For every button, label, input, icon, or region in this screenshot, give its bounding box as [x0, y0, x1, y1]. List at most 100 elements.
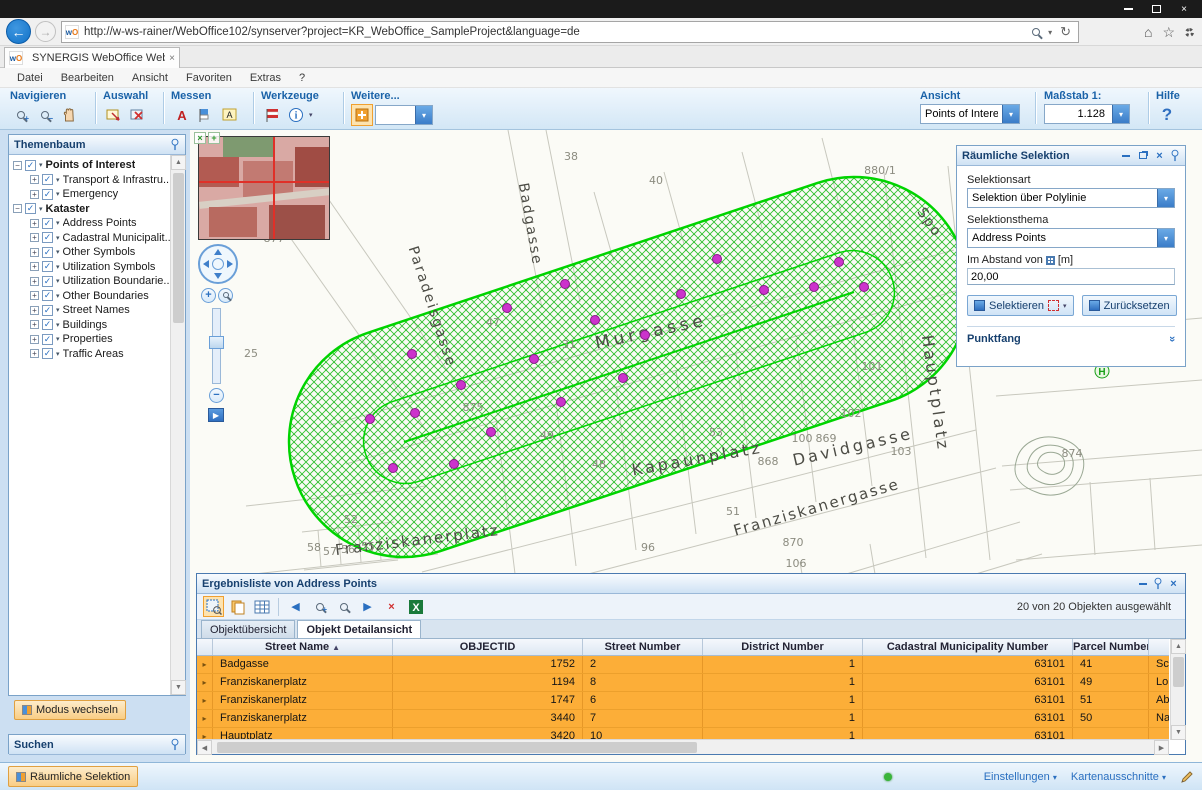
- result-row[interactable]: ▸Franziskanerplatz3440716310150Na: [197, 710, 1169, 728]
- expand-icon[interactable]: +: [30, 190, 39, 199]
- expand-icon[interactable]: +: [30, 349, 39, 358]
- tree-item[interactable]: +✓▾Street Names: [9, 303, 170, 318]
- layer-checkbox[interactable]: ✓: [42, 261, 53, 272]
- tab-objekt-detailansicht[interactable]: Objekt Detailansicht: [297, 620, 421, 638]
- pin-icon[interactable]: [170, 738, 180, 751]
- pan-compass[interactable]: [198, 244, 238, 284]
- pan-south-icon[interactable]: [214, 273, 222, 279]
- selektieren-caret-icon[interactable]: ▾: [1063, 302, 1067, 310]
- layer-context-caret-icon[interactable]: ▾: [56, 219, 60, 227]
- select-by-rectangle-button[interactable]: [103, 104, 125, 126]
- window-minimize-button[interactable]: [1114, 0, 1142, 18]
- distance-calc-icon[interactable]: [1046, 256, 1055, 265]
- layer-checkbox[interactable]: ✓: [42, 247, 53, 258]
- layer-context-caret-icon[interactable]: ▾: [56, 350, 60, 358]
- results-header[interactable]: Ergebnisliste von Address Points ×: [197, 574, 1185, 594]
- overview-move-icon[interactable]: +: [208, 132, 220, 144]
- layer-checkbox[interactable]: ✓: [42, 174, 53, 185]
- layer-context-caret-icon[interactable]: ▾: [56, 234, 60, 242]
- pan-west-icon[interactable]: [203, 260, 209, 268]
- url-text[interactable]: http://w-ws-rainer/WebOffice102/synserve…: [84, 26, 1028, 38]
- layer-checkbox[interactable]: ✓: [42, 232, 53, 243]
- zoom-slider-thumb[interactable]: [209, 336, 224, 349]
- suchen-header[interactable]: Suchen: [9, 735, 185, 755]
- selektionsart-caret-icon[interactable]: ▾: [1157, 189, 1174, 207]
- layer-checkbox[interactable]: ✓: [42, 189, 53, 200]
- layer-checkbox[interactable]: ✓: [42, 276, 53, 287]
- pan-north-icon[interactable]: [214, 249, 222, 255]
- tree-item[interactable]: +✓▾Utilization Symbols: [9, 260, 170, 275]
- pan-east-icon[interactable]: [227, 260, 233, 268]
- tree-item[interactable]: +✓▾Other Symbols: [9, 245, 170, 260]
- layer-checkbox[interactable]: ✓: [42, 334, 53, 345]
- active-tool-button[interactable]: Räumliche Selektion: [8, 766, 138, 787]
- layer-checkbox[interactable]: ✓: [25, 203, 36, 214]
- scroll-right-icon[interactable]: ▶: [1154, 740, 1169, 755]
- layer-context-caret-icon[interactable]: ▾: [39, 205, 43, 213]
- scroll-left-icon[interactable]: ◀: [197, 740, 212, 755]
- url-field[interactable]: wO http://w-ws-rainer/WebOffice102/synse…: [61, 21, 1079, 43]
- overview-close-icon[interactable]: ×: [194, 132, 206, 144]
- selektionsthema-dropdown[interactable]: Address Points ▾: [967, 228, 1175, 248]
- punktfang-expand-icon[interactable]: »: [1166, 336, 1178, 342]
- search-icon[interactable]: [1032, 28, 1040, 36]
- browser-tab[interactable]: wO SYNERGIS WebOffice Web... ×: [4, 47, 180, 68]
- collapse-icon[interactable]: −: [13, 204, 22, 213]
- layer-checkbox[interactable]: ✓: [42, 218, 53, 229]
- layer-context-caret-icon[interactable]: ▾: [56, 248, 60, 256]
- einstellungen-menu[interactable]: Einstellungen ▾: [984, 771, 1057, 783]
- view-dropdown-caret-icon[interactable]: ▾: [1002, 105, 1019, 123]
- layer-context-caret-icon[interactable]: ▾: [56, 190, 60, 198]
- menu-item-extras[interactable]: Extras: [241, 70, 290, 86]
- layer-checkbox[interactable]: ✓: [25, 160, 36, 171]
- expand-icon[interactable]: +: [30, 248, 39, 257]
- previous-page-button[interactable]: ◀: [285, 596, 306, 617]
- settings-gear-icon[interactable]: [1185, 28, 1194, 37]
- info-tool-caret-icon[interactable]: ▾: [309, 111, 313, 119]
- results-hscrollbar[interactable]: ◀ ▶: [197, 739, 1169, 754]
- selektionsart-dropdown[interactable]: Selektion über Polylinie ▾: [967, 188, 1175, 208]
- pan-button[interactable]: [58, 104, 80, 126]
- tree-item[interactable]: −✓▾Points of Interest: [9, 158, 170, 173]
- window-close-button[interactable]: ×: [1170, 0, 1198, 18]
- collapse-icon[interactable]: −: [13, 161, 22, 170]
- zoom-slider-minus-button[interactable]: −: [209, 388, 224, 403]
- zoom-in-results-button[interactable]: +: [309, 596, 330, 617]
- menu-item-?[interactable]: ?: [290, 70, 314, 86]
- zoom-slider-plus-button[interactable]: +: [201, 288, 216, 303]
- dialog-close-button[interactable]: ×: [1153, 149, 1166, 162]
- overview-map[interactable]: [198, 136, 330, 240]
- column-header[interactable]: Parcel Number: [1073, 639, 1149, 655]
- layer-context-caret-icon[interactable]: ▾: [56, 263, 60, 271]
- edit-pencil-icon[interactable]: [1180, 770, 1194, 784]
- scale-dropdown-caret-icon[interactable]: ▾: [1112, 105, 1129, 123]
- clear-selection-button[interactable]: [127, 104, 149, 126]
- tree-item[interactable]: +✓▾Utilization Boundarie...: [9, 274, 170, 289]
- pin-icon[interactable]: [170, 138, 180, 151]
- address-dropdown-icon[interactable]: ▾: [1048, 28, 1052, 37]
- window-maximize-button[interactable]: [1142, 0, 1170, 18]
- expand-icon[interactable]: +: [30, 262, 39, 271]
- favorites-star-icon[interactable]: ☆: [1162, 24, 1175, 41]
- column-header[interactable]: Street Number: [583, 639, 703, 655]
- dialog-minimize-button[interactable]: [1119, 149, 1132, 162]
- layer-context-caret-icon[interactable]: ▾: [56, 176, 60, 184]
- view-dropdown[interactable]: Points of Intere... ▾: [920, 104, 1020, 124]
- tree-item[interactable]: +✓▾Traffic Areas: [9, 347, 170, 362]
- scroll-down-icon[interactable]: ▼: [1171, 725, 1186, 740]
- tree-item[interactable]: +✓▾Emergency: [9, 187, 170, 202]
- expand-icon[interactable]: +: [30, 233, 39, 242]
- tree-scrollbar[interactable]: ▲ ▼: [170, 155, 185, 695]
- result-row[interactable]: ▸Badgasse1752216310141Sch: [197, 656, 1169, 674]
- pan-center-icon[interactable]: [212, 258, 224, 270]
- menu-item-bearbeiten[interactable]: Bearbeiten: [52, 70, 123, 86]
- scroll-up-icon[interactable]: ▲: [1171, 639, 1186, 654]
- help-button[interactable]: ?: [1156, 104, 1178, 126]
- layer-checkbox[interactable]: ✓: [42, 319, 53, 330]
- forward-button[interactable]: →: [35, 21, 56, 42]
- info-tool-button[interactable]: i: [285, 104, 307, 126]
- layer-checkbox[interactable]: ✓: [42, 305, 53, 316]
- themenbaum-header[interactable]: Themenbaum: [9, 135, 185, 155]
- layer-context-caret-icon[interactable]: ▾: [39, 161, 43, 169]
- layer-context-caret-icon[interactable]: ▾: [56, 277, 60, 285]
